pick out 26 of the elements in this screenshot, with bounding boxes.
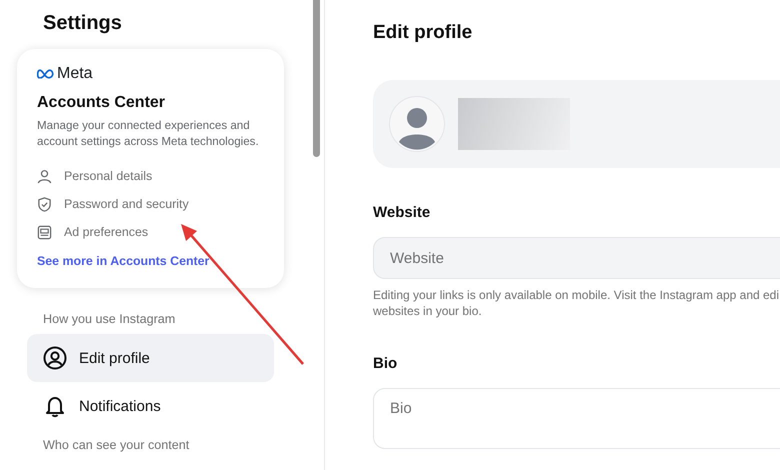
- scrollbar[interactable]: [313, 0, 320, 157]
- shield-check-icon: [37, 196, 52, 212]
- accounts-center-link[interactable]: Personal details: [64, 169, 152, 183]
- field-label: Website: [373, 204, 432, 221]
- website-field[interactable]: Website: [373, 237, 780, 279]
- accounts-center-link[interactable]: Password and security: [64, 197, 189, 211]
- bell-icon: [43, 394, 67, 418]
- bio-field[interactable]: Bio: [373, 388, 780, 449]
- page-title: Edit profile: [373, 22, 474, 44]
- accounts-center-title: Accounts Center: [37, 94, 166, 112]
- help-text: Editing your links is only available on mobile. Visit the Instagram app and edi websites in your bio.: [373, 287, 780, 319]
- section-heading: Who can see your content: [43, 438, 190, 452]
- ad-icon: [37, 224, 52, 240]
- accounts-center-description: Manage your connected experiences and account settings across Meta technologies.: [37, 118, 260, 150]
- nav-item[interactable]: Notifications: [27, 382, 274, 430]
- settings-title: Settings: [43, 12, 123, 35]
- meta-brand: Meta: [57, 65, 93, 83]
- nav-item[interactable]: Edit profile: [27, 334, 274, 382]
- meta-logo-icon: [37, 69, 55, 79]
- field-label: Bio: [373, 355, 398, 372]
- section-heading: How you use Instagram: [43, 312, 176, 326]
- see-more-link[interactable]: See more in Accounts Center: [37, 254, 210, 268]
- person-icon: [37, 168, 52, 184]
- profile-icon: [43, 346, 67, 370]
- accounts-center-link[interactable]: Ad preferences: [64, 225, 148, 239]
- avatar-icon: [389, 96, 445, 152]
